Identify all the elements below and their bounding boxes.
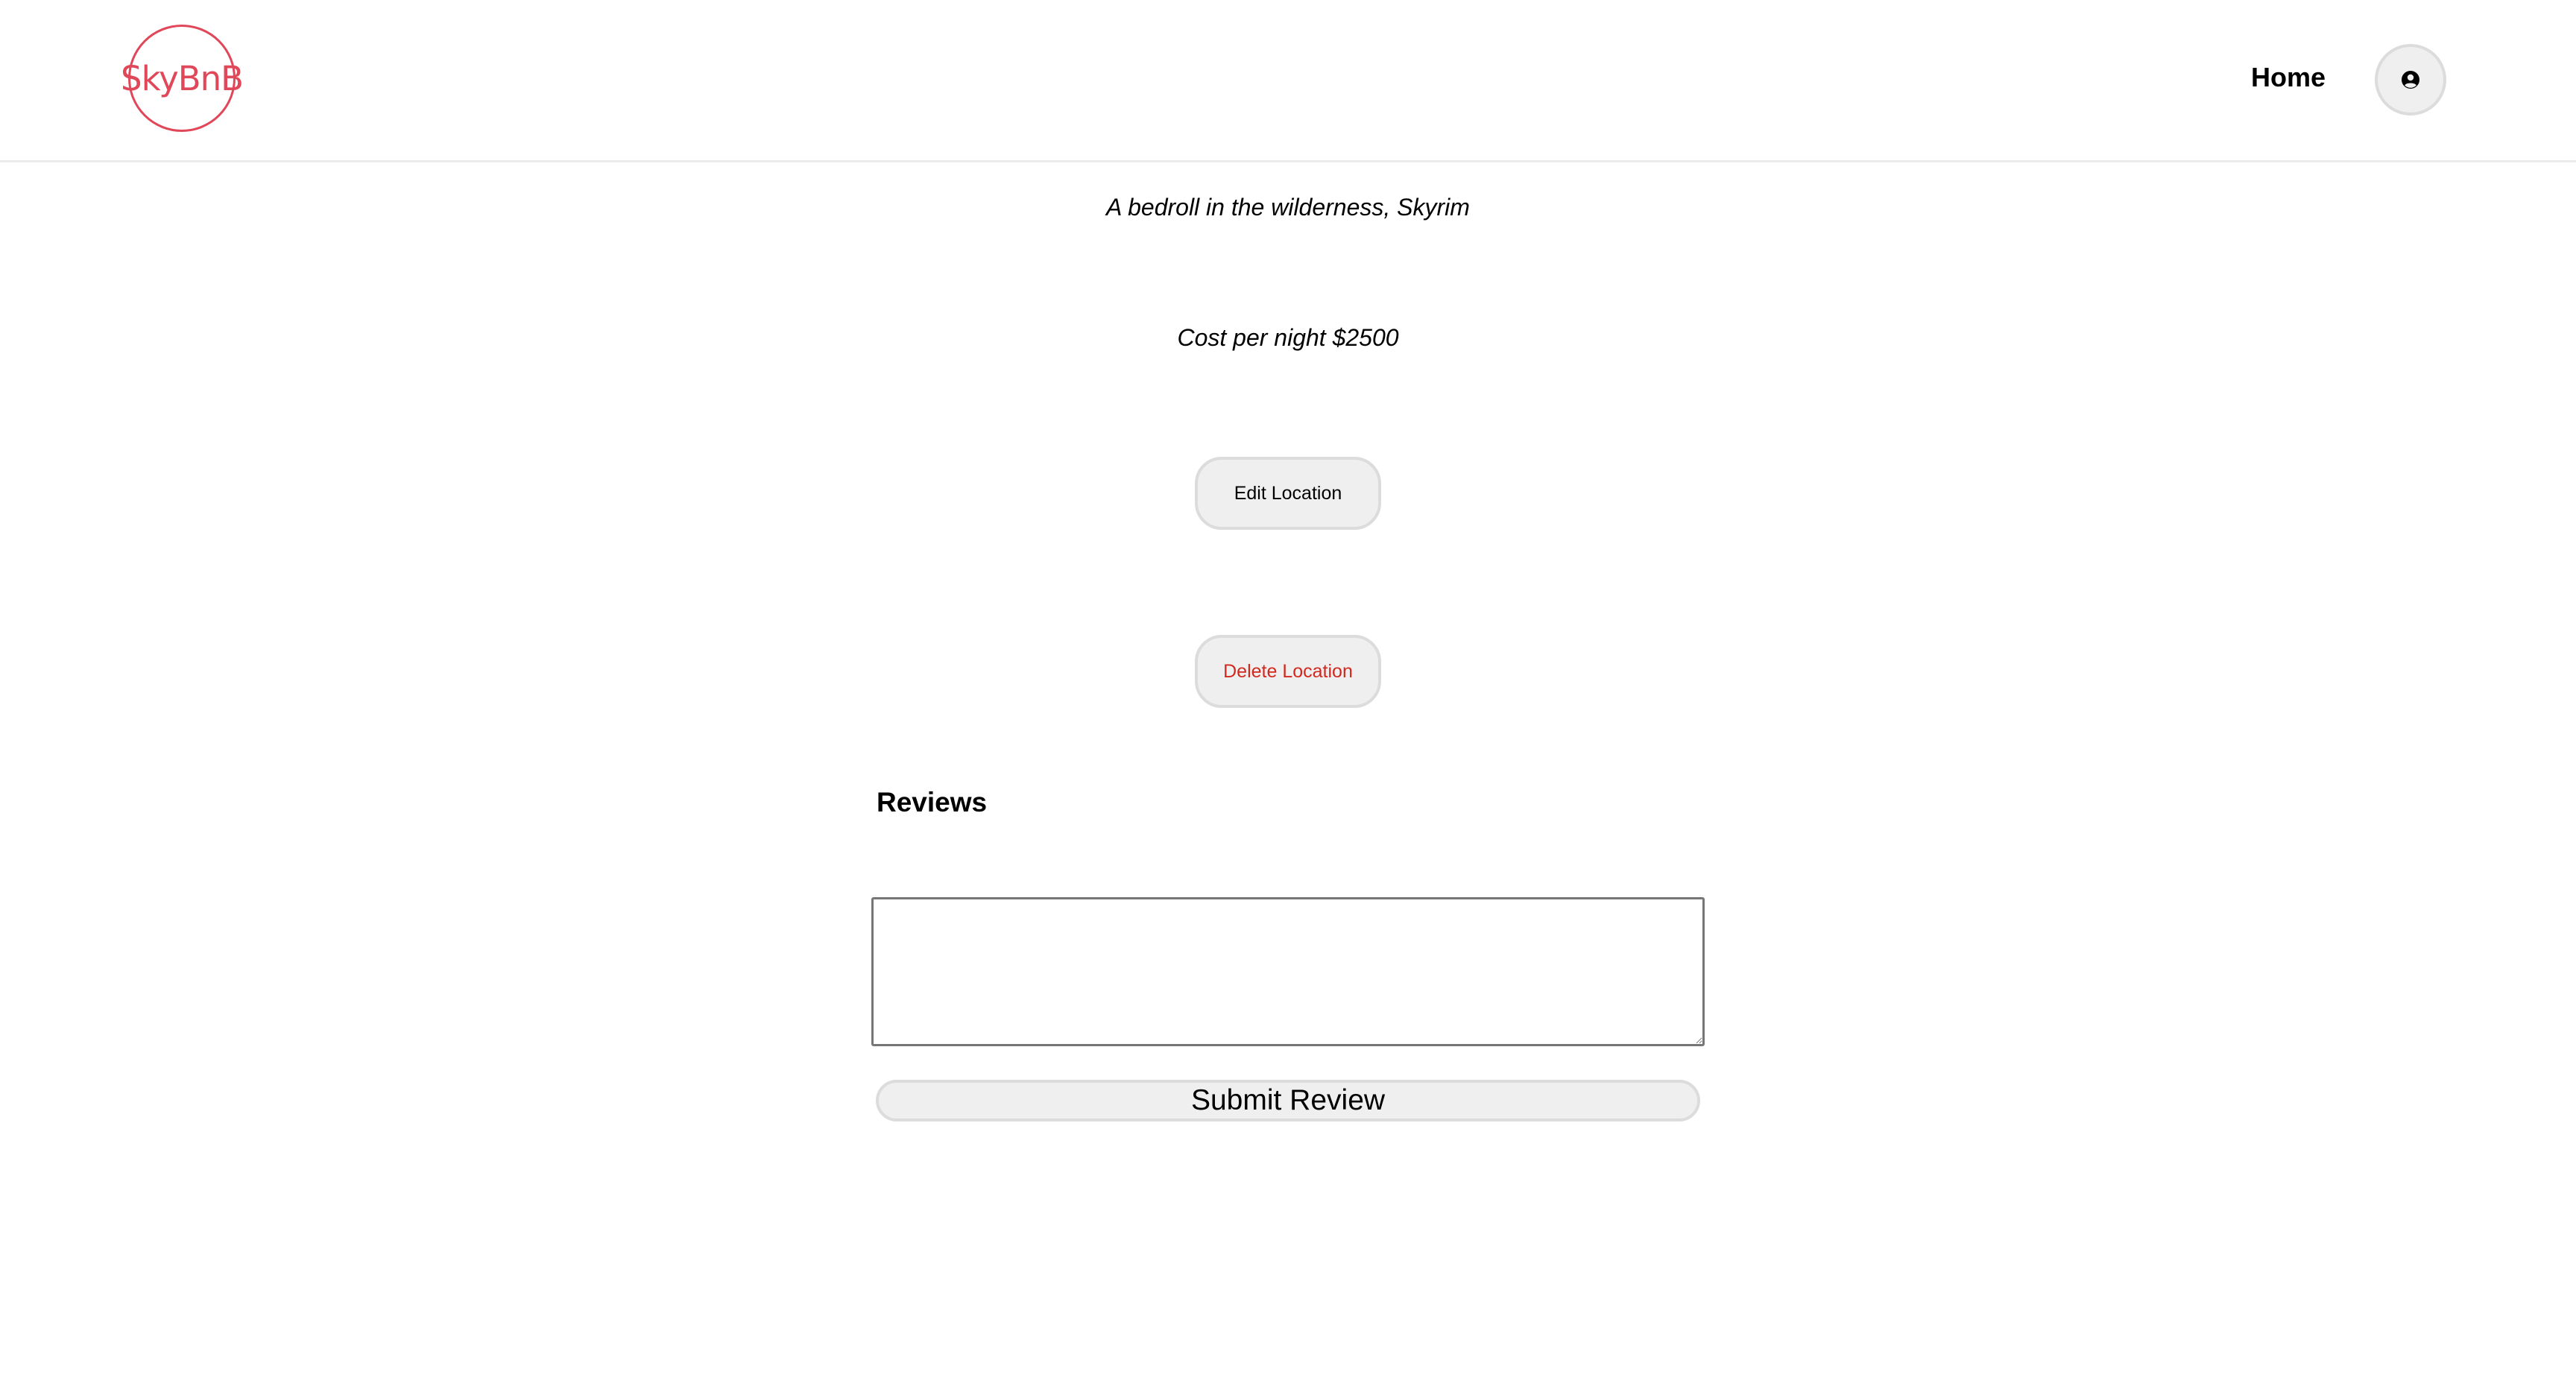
home-link[interactable]: Home [2251,61,2326,94]
cost-per-night: Cost per night $2500 [1177,324,1399,351]
profile-menu-button[interactable] [2375,44,2446,116]
user-circle-icon [2402,71,2419,89]
submit-review-button[interactable]: Submit Review [876,1080,1700,1121]
edit-location-button[interactable]: Edit Location [1195,457,1381,530]
reviews-heading: Reviews [877,787,988,817]
logo-link[interactable]: SkyBnB [121,25,244,132]
review-textarea[interactable] [871,897,1705,1046]
listing-subtitle: A bedroll in the wilderness, Skyrim [1106,194,1470,221]
page: SkyBnB Home A bedroll in the wilderness,… [0,0,2576,1389]
delete-location-button[interactable]: Delete Location [1195,635,1381,708]
navbar: SkyBnB Home [0,0,2576,162]
